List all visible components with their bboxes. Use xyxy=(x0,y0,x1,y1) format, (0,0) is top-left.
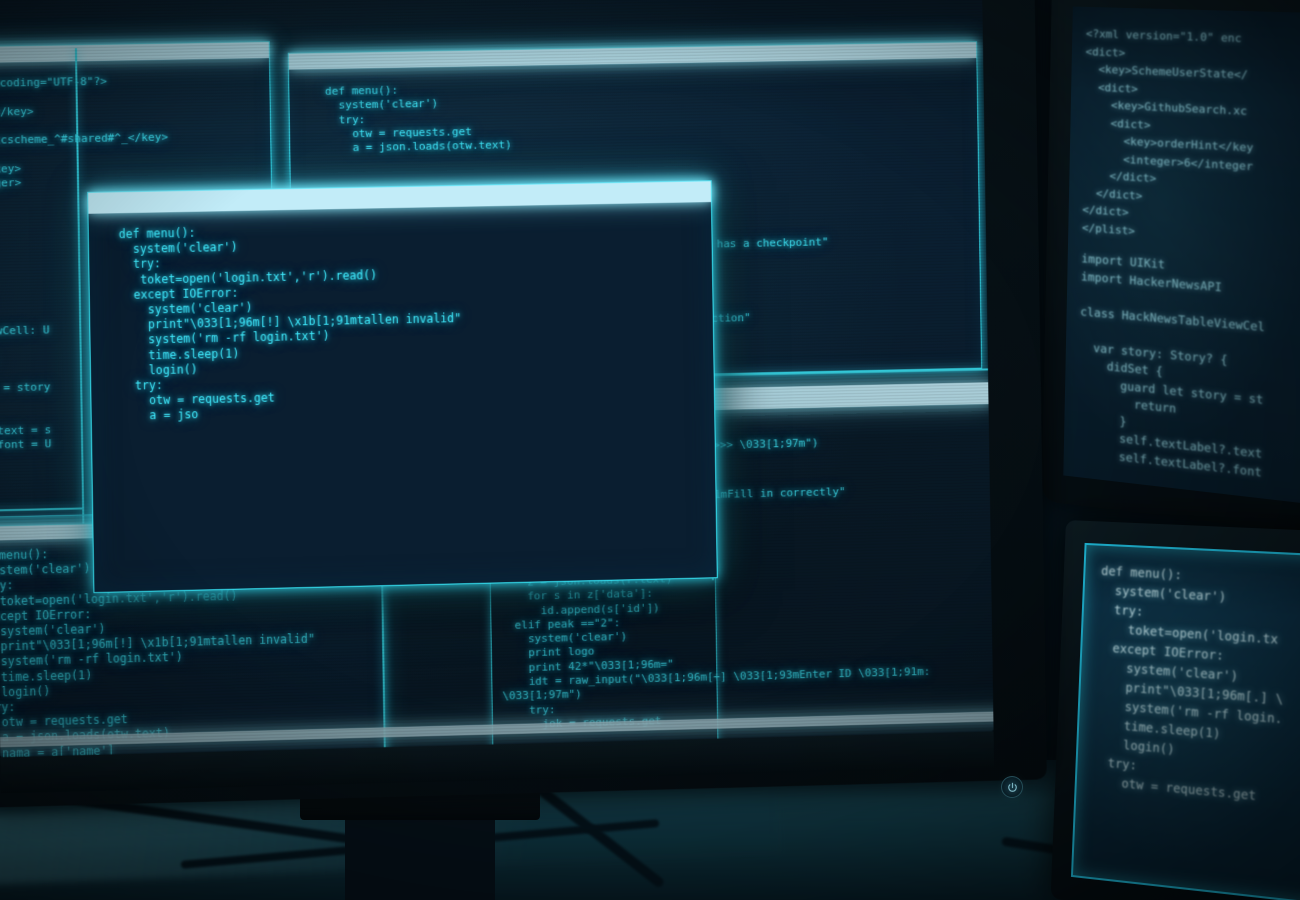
python-code-bottom-right: def menu(): system('clear') try: toket=o… xyxy=(1092,563,1284,804)
tertiary-monitor-shell: def menu(): system('clear') try: toket=o… xyxy=(1050,520,1300,900)
secondary-monitor-screen: <?xml version="1.0" enc <dict> <key>Sche… xyxy=(1063,6,1300,507)
floating-terminal-window[interactable]: def menu(): system('clear') try: toket=o… xyxy=(87,180,718,594)
power-icon xyxy=(1007,782,1017,792)
checkpoint-strings-region: nt has a checkpoint" nection" xyxy=(685,219,980,343)
floating-window-code: def menu(): system('clear') try: toket=o… xyxy=(118,225,462,424)
primary-monitor-screen: 1.0" encoding="UTF-8"?> rState</key> ear… xyxy=(0,0,994,758)
tertiary-monitor-screen: def menu(): system('clear') try: toket=o… xyxy=(1070,542,1300,900)
checkpoint-strings-code: nt has a checkpoint" nection" xyxy=(697,235,829,326)
monitor-riser-block xyxy=(345,812,495,900)
python-peak-branch-code: z = json.loads(r.text) for s in z['data'… xyxy=(502,572,931,730)
swift-code-right: import UIKit import HackerNewsAPI class … xyxy=(1077,251,1266,480)
plist-code-right: <?xml version="1.0" enc <dict> <key>Sche… xyxy=(1081,27,1254,238)
primary-monitor-shell: 1.0" encoding="UTF-8"?> rState</key> ear… xyxy=(0,0,1047,808)
xml-panel-code: 1.0" encoding="UTF-8"?> rState</key> ear… xyxy=(0,74,169,191)
python-top-code: def menu(): system('clear') try: otw = r… xyxy=(324,83,512,155)
workstation-scene: <?xml version="1.0" enc <dict> <key>Sche… xyxy=(0,0,1300,900)
panel-titlebar-right[interactable] xyxy=(708,382,993,411)
secondary-monitor-shell: <?xml version="1.0" enc <dict> <key>Sche… xyxy=(1041,0,1300,538)
ansi-prompt-region: m >>> \033[1;97m") ;91mFill in correctly… xyxy=(688,421,993,576)
ansi-prompt-code: m >>> \033[1;97m") ;91mFill in correctly… xyxy=(700,436,846,502)
power-button[interactable] xyxy=(1001,776,1023,798)
